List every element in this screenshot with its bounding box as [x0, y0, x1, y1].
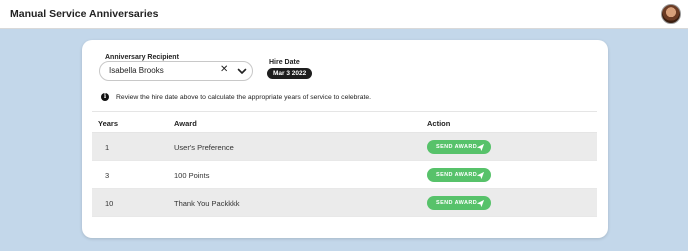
award-cell: 100 Points — [174, 171, 210, 180]
recipient-value: Isabella Brooks — [109, 66, 164, 75]
send-award-button[interactable]: SEND AWARD — [427, 140, 491, 154]
award-cell: Thank You Packkkk — [174, 199, 240, 208]
send-award-label: SEND AWARD — [436, 200, 478, 206]
column-header-years: Years — [98, 119, 119, 128]
info-text: Review the hire date above to calculate … — [116, 93, 372, 101]
column-header-award: Award — [174, 119, 197, 128]
years-cell: 3 — [105, 171, 110, 180]
send-icon — [476, 171, 485, 180]
table-row: 3 100 Points SEND AWARD — [92, 161, 597, 189]
send-award-button[interactable]: SEND AWARD — [427, 168, 491, 182]
awards-table: Years Award Action 1 User's Preference S… — [92, 111, 597, 217]
page-title: Manual Service Anniversaries — [10, 8, 159, 20]
hire-date-badge: Mar 3 2022 — [267, 68, 313, 79]
send-icon — [476, 143, 485, 152]
chevron-down-icon[interactable] — [236, 65, 248, 77]
close-icon[interactable]: ✕ — [220, 64, 228, 75]
send-award-label: SEND AWARD — [436, 172, 478, 178]
column-header-action: Action — [427, 119, 451, 128]
hire-date-label: Hire Date — [269, 59, 300, 66]
anniversary-card: Anniversary Recipient Isabella Brooks ✕ … — [82, 40, 608, 238]
send-award-button[interactable]: SEND AWARD — [427, 196, 491, 210]
top-bar: Manual Service Anniversaries — [0, 0, 688, 29]
table-row: 10 Thank You Packkkk SEND AWARD — [92, 189, 597, 217]
info-icon: i — [101, 93, 109, 101]
table-header: Years Award Action — [92, 111, 597, 133]
send-award-label: SEND AWARD — [436, 144, 478, 150]
table-row: 1 User's Preference SEND AWARD — [92, 133, 597, 161]
years-cell: 1 — [105, 143, 110, 152]
award-cell: User's Preference — [174, 143, 234, 152]
user-avatar[interactable] — [661, 4, 681, 24]
recipient-label: Anniversary Recipient — [105, 54, 179, 61]
info-message: i Review the hire date above to calculat… — [101, 93, 371, 101]
send-icon — [476, 199, 485, 208]
recipient-select[interactable]: Isabella Brooks ✕ — [99, 61, 253, 81]
years-cell: 10 — [105, 199, 114, 208]
